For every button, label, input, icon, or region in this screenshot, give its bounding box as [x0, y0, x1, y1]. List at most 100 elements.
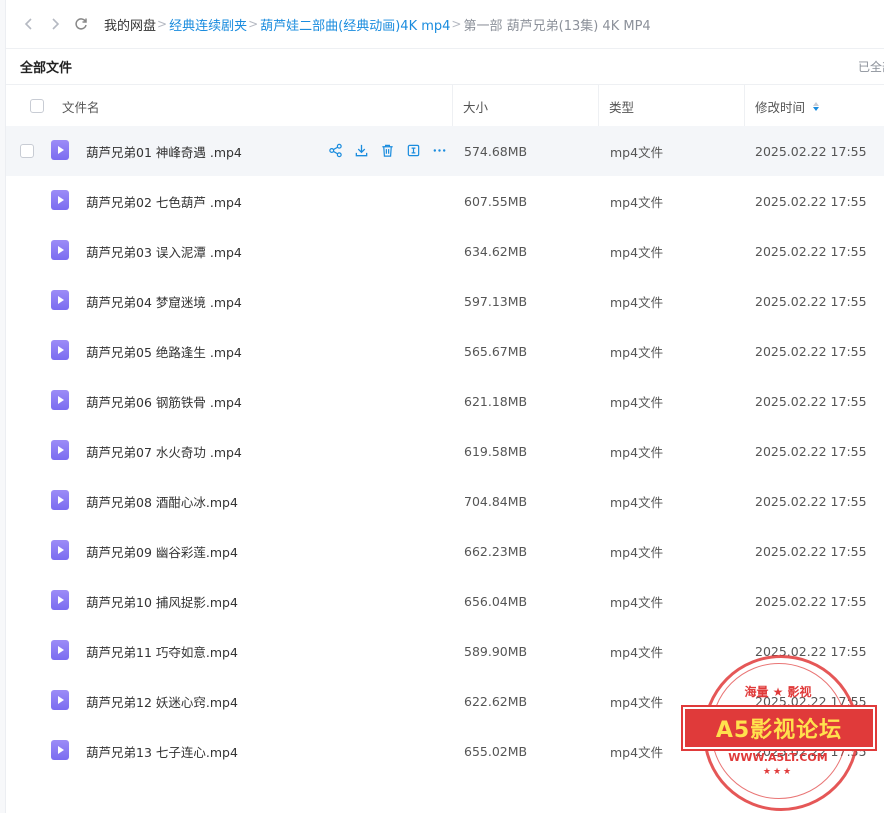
video-file-icon — [51, 140, 69, 160]
file-size: 607.55MB — [464, 193, 528, 209]
share-icon[interactable] — [326, 141, 344, 159]
file-name[interactable]: 葫芦兄弟10 捕风捉影.mp4 — [86, 576, 238, 626]
file-modified: 2025.02.22 17:55 — [755, 493, 867, 509]
top-navigation: 我的网盘 > 经典连续剧夹 > 葫芦娃二部曲(经典动画)4K mp4 > 第一部… — [6, 0, 884, 49]
loaded-status: 已全部 — [857, 59, 884, 74]
video-file-icon — [51, 590, 69, 610]
chevron-right-icon[interactable] — [42, 11, 68, 37]
column-name[interactable]: 文件名 — [62, 85, 100, 127]
file-name[interactable]: 葫芦兄弟05 绝路逢生 .mp4 — [86, 326, 242, 376]
column-modified-label: 修改时间 — [755, 99, 806, 115]
file-modified: 2025.02.22 17:55 — [755, 193, 867, 209]
column-size-label: 大小 — [463, 99, 489, 115]
video-file-icon — [51, 640, 69, 660]
table-row[interactable]: 葫芦兄弟04 梦窟迷境 .mp4 597.13MB mp4文件 2025.02.22 … — [6, 276, 884, 326]
video-file-icon — [51, 540, 69, 560]
file-size: 597.13MB — [464, 293, 528, 309]
table-row[interactable]: 葫芦兄弟08 酒酣心冰.mp4 704.84MB mp4文件 2025.02.22 1… — [6, 476, 884, 526]
file-name[interactable]: 葫芦兄弟11 巧夺如意.mp4 — [86, 626, 238, 676]
file-modified: 2025.02.22 17:55 — [755, 593, 867, 609]
watermark-stamp: 海量 ★ 影视 A5影视论坛 WWW.A5LT.COM ★★★ — [681, 655, 877, 811]
file-modified: 2025.02.22 17:55 — [755, 543, 867, 559]
table-row[interactable]: 葫芦兄弟03 误入泥潭 .mp4 634.62MB mp4文件 2025.02.22 … — [6, 226, 884, 276]
file-name[interactable]: 葫芦兄弟13 七子连心.mp4 — [86, 726, 238, 776]
breadcrumb-item[interactable]: 葫芦娃二部曲(经典动画)4K mp4 — [260, 15, 450, 34]
video-file-icon — [51, 240, 69, 260]
file-type: mp4文件 — [610, 594, 664, 610]
details-icon[interactable] — [404, 141, 422, 159]
file-name[interactable]: 葫芦兄弟06 钢筋铁骨 .mp4 — [86, 376, 242, 426]
sort-icon[interactable] — [813, 101, 820, 111]
file-name[interactable]: 葫芦兄弟08 酒酣心冰.mp4 — [86, 476, 238, 526]
table-row[interactable]: 葫芦兄弟10 捕风捉影.mp4 656.04MB mp4文件 2025.02.22 1… — [6, 576, 884, 626]
file-type: mp4文件 — [610, 494, 664, 510]
table-row[interactable]: 葫芦兄弟07 水火奇功 .mp4 619.58MB mp4文件 2025.02.22 … — [6, 426, 884, 476]
breadcrumb-root[interactable]: 我的网盘 — [104, 15, 156, 34]
breadcrumb-separator: > — [248, 17, 259, 31]
file-type: mp4文件 — [610, 394, 664, 410]
file-size: 574.68MB — [464, 143, 528, 159]
file-modified: 2025.02.22 17:55 — [755, 393, 867, 409]
breadcrumb-separator: > — [451, 17, 462, 31]
file-name[interactable]: 葫芦兄弟01 神峰奇遇 .mp4 — [86, 126, 242, 176]
stamp-banner: A5影视论坛 — [681, 705, 877, 751]
file-modified: 2025.02.22 17:55 — [755, 293, 867, 309]
file-type: mp4文件 — [610, 644, 664, 660]
stamp-stars: ★★★ — [762, 767, 794, 777]
file-size: 662.23MB — [464, 543, 528, 559]
file-type: mp4文件 — [610, 694, 664, 710]
file-name[interactable]: 葫芦兄弟03 误入泥潭 .mp4 — [86, 226, 242, 276]
column-type[interactable]: 类型 — [598, 85, 744, 127]
file-type: mp4文件 — [610, 144, 664, 160]
file-size: 656.04MB — [464, 593, 528, 609]
file-name[interactable]: 葫芦兄弟07 水火奇功 .mp4 — [86, 426, 242, 476]
file-size: 621.18MB — [464, 393, 528, 409]
file-type: mp4文件 — [610, 244, 664, 260]
file-type: mp4文件 — [610, 344, 664, 360]
video-file-icon — [51, 190, 69, 210]
breadcrumb-current: 第一部 葫芦兄弟(13集) 4K MP4 — [463, 18, 651, 34]
video-file-icon — [51, 390, 69, 410]
column-modified[interactable]: 修改时间 — [744, 85, 884, 127]
more-icon[interactable] — [430, 141, 448, 159]
file-modified: 2025.02.22 17:55 — [755, 443, 867, 459]
file-type: mp4文件 — [610, 744, 664, 760]
column-size[interactable]: 大小 — [452, 85, 599, 127]
stamp-url: WWW.A5LT.COM — [728, 751, 828, 764]
file-name[interactable]: 葫芦兄弟09 幽谷彩莲.mp4 — [86, 526, 238, 576]
table-row[interactable]: 葫芦兄弟05 绝路逢生 .mp4 565.67MB mp4文件 2025.02.22 … — [6, 326, 884, 376]
download-icon[interactable] — [352, 141, 370, 159]
file-size: 622.62MB — [464, 693, 528, 709]
refresh-icon[interactable] — [68, 11, 94, 37]
stamp-top-text: 海量 ★ 影视 — [744, 685, 812, 699]
file-size: 655.02MB — [464, 743, 528, 759]
file-size: 565.67MB — [464, 343, 528, 359]
file-modified: 2025.02.22 17:55 — [755, 143, 867, 159]
breadcrumb-separator: > — [157, 17, 168, 31]
video-file-icon — [51, 690, 69, 710]
file-size: 589.90MB — [464, 643, 528, 659]
row-checkbox[interactable] — [20, 144, 34, 158]
table-row[interactable]: 葫芦兄弟02 七色葫芦 .mp4 607.55MB mp4文件 2025.02.22 … — [6, 176, 884, 226]
file-size: 704.84MB — [464, 493, 528, 509]
file-type: mp4文件 — [610, 444, 664, 460]
section-header: 全部文件 已全部 — [6, 48, 884, 84]
table-row[interactable]: 葫芦兄弟06 钢筋铁骨 .mp4 621.18MB mp4文件 2025.02.22 … — [6, 376, 884, 426]
chevron-left-icon[interactable] — [16, 11, 42, 37]
file-modified: 2025.02.22 17:55 — [755, 343, 867, 359]
file-name[interactable]: 葫芦兄弟04 梦窟迷境 .mp4 — [86, 276, 242, 326]
table-row[interactable]: 葫芦兄弟01 神峰奇遇 .mp4 574.68MB mp4文件 2025.02.22 … — [6, 126, 884, 176]
select-all-checkbox[interactable] — [30, 85, 44, 127]
breadcrumb: 我的网盘 > 经典连续剧夹 > 葫芦娃二部曲(经典动画)4K mp4 > 第一部… — [104, 15, 651, 34]
delete-icon[interactable] — [378, 141, 396, 159]
file-name[interactable]: 葫芦兄弟02 七色葫芦 .mp4 — [86, 176, 242, 226]
table-row[interactable]: 葫芦兄弟09 幽谷彩莲.mp4 662.23MB mp4文件 2025.02.22 1… — [6, 526, 884, 576]
file-modified: 2025.02.22 17:55 — [755, 243, 867, 259]
breadcrumb-item[interactable]: 经典连续剧夹 — [169, 15, 247, 34]
file-size: 619.58MB — [464, 443, 528, 459]
section-title: 全部文件 — [20, 60, 73, 76]
file-type: mp4文件 — [610, 294, 664, 310]
file-size: 634.62MB — [464, 243, 528, 259]
file-type: mp4文件 — [610, 194, 664, 210]
file-name[interactable]: 葫芦兄弟12 妖迷心窍.mp4 — [86, 676, 238, 726]
